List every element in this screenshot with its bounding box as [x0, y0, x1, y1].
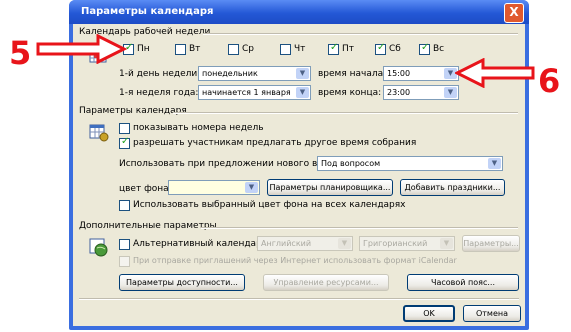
- annotation-number-6: 6: [538, 62, 561, 100]
- allow-propose-label: разрешать участникам предлагать другое в…: [133, 138, 417, 148]
- day-label: Вс: [433, 44, 445, 54]
- use-bg-all-label: Использовать выбранный цвет фона на всех…: [133, 200, 406, 210]
- section-label-calendar-options: Параметры календаря: [79, 106, 187, 116]
- time-zone-button[interactable]: Часовой пояс...: [407, 274, 519, 291]
- day-label: Сб: [389, 44, 401, 54]
- chevron-down-icon[interactable]: ▼: [296, 68, 309, 79]
- add-holidays-button[interactable]: Добавить праздники...: [400, 179, 505, 196]
- day-label: Вт: [189, 44, 201, 54]
- close-button[interactable]: X: [504, 3, 524, 23]
- dialog-window: Параметры календаря X Календарь рабочей …: [69, 0, 529, 330]
- section-divider: [173, 112, 518, 114]
- free-busy-button[interactable]: Параметры доступности...: [119, 274, 245, 291]
- day-checkbox-6[interactable]: [419, 42, 430, 55]
- propose-response-combo[interactable]: Под вопросом ▼: [317, 156, 503, 171]
- show-week-numbers-label: показывать номера недель: [133, 123, 264, 133]
- bg-color-combo[interactable]: ▼: [168, 180, 260, 195]
- section-divider: [203, 33, 518, 35]
- chevron-down-icon[interactable]: ▼: [444, 87, 457, 98]
- alt-calendar-language-value: Английский: [261, 239, 312, 248]
- alt-calendar-language-combo[interactable]: Английский ▼: [257, 236, 353, 251]
- annotation-arrow-right-icon: [36, 34, 128, 64]
- day-label: Ср: [242, 44, 254, 54]
- day-checkbox-2[interactable]: [228, 44, 239, 55]
- icalendar-checkbox[interactable]: [119, 256, 130, 267]
- day-label: Пн: [137, 44, 150, 54]
- globe-icon: [89, 238, 108, 257]
- first-week-value: начинается 1 января: [202, 88, 291, 97]
- end-time-value: 23:00: [387, 88, 411, 97]
- section-label-advanced: Дополнительные параметры: [79, 221, 217, 231]
- resource-scheduling-button[interactable]: Управление ресурсами...: [263, 274, 389, 291]
- chevron-down-icon[interactable]: ▼: [245, 182, 258, 193]
- ok-button[interactable]: OK: [403, 305, 455, 322]
- first-week-label: 1-я неделя года:: [119, 88, 199, 98]
- chevron-down-icon[interactable]: ▼: [488, 158, 501, 169]
- propose-value: Под вопросом: [321, 159, 381, 168]
- calendar-options-icon: [89, 124, 109, 142]
- first-day-label: 1-й день недели:: [119, 69, 201, 79]
- scheduling-options-button[interactable]: Параметры планировщика...: [267, 179, 393, 196]
- chevron-down-icon[interactable]: ▼: [338, 238, 351, 249]
- alt-calendar-type-combo[interactable]: Григорианский ▼: [359, 236, 455, 251]
- day-label: Чт: [294, 44, 306, 54]
- chevron-down-icon[interactable]: ▼: [296, 87, 309, 98]
- alt-calendar-label: Альтернативный календарь:: [133, 239, 271, 249]
- end-time-combo[interactable]: 23:00 ▼: [383, 85, 459, 100]
- title-bar[interactable]: Параметры календаря X: [69, 0, 529, 24]
- icalendar-label: При отправке приглашений через Интернет …: [133, 256, 457, 265]
- first-day-combo[interactable]: понедельник ▼: [198, 66, 311, 81]
- end-time-label: время конца:: [318, 88, 382, 98]
- day-checkbox-3[interactable]: [280, 44, 291, 55]
- chevron-down-icon[interactable]: ▼: [440, 238, 453, 249]
- start-time-value: 15:00: [387, 69, 411, 78]
- cancel-button[interactable]: Отмена: [463, 305, 521, 322]
- dialog-title: Параметры календаря: [81, 6, 214, 17]
- alt-calendar-checkbox[interactable]: [119, 239, 130, 250]
- start-time-label: время начала:: [318, 69, 387, 79]
- section-divider: [201, 227, 518, 229]
- start-time-combo[interactable]: 15:00 ▼: [383, 66, 459, 81]
- show-week-numbers-checkbox[interactable]: [119, 123, 130, 134]
- first-day-value: понедельник: [202, 69, 258, 78]
- day-checkbox-5[interactable]: [375, 42, 386, 55]
- footer-divider: [79, 298, 519, 300]
- bg-color-label: цвет фона:: [119, 184, 172, 194]
- use-bg-all-checkbox[interactable]: [119, 200, 130, 211]
- day-checkbox-4[interactable]: [328, 42, 339, 55]
- allow-propose-checkbox[interactable]: [119, 136, 130, 149]
- annotation-arrow-left-icon: [455, 58, 535, 88]
- first-week-combo[interactable]: начинается 1 января ▼: [198, 85, 311, 100]
- day-checkbox-1[interactable]: [175, 44, 186, 55]
- alt-calendar-params-button[interactable]: Параметры...: [462, 235, 520, 252]
- day-label: Пт: [342, 44, 355, 54]
- alt-calendar-type-value: Григорианский: [363, 239, 428, 248]
- annotation-number-5: 5: [9, 34, 32, 72]
